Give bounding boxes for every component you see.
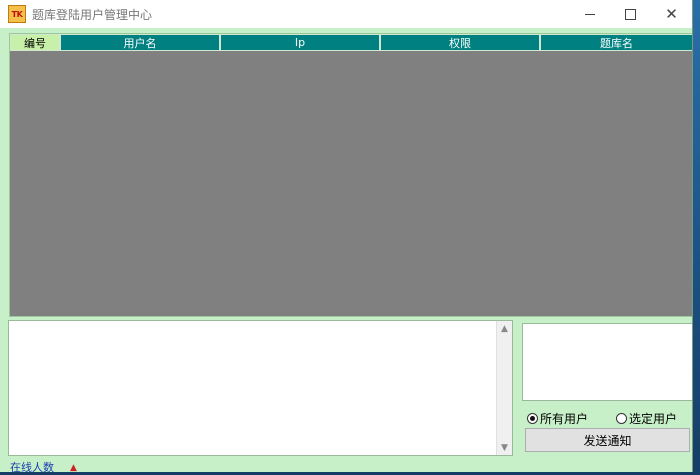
grid-header: 编号 用户名 Ip 权限 题库名 — [10, 34, 692, 51]
app-icon: TK — [8, 5, 26, 23]
radio-checked-icon — [527, 412, 538, 424]
column-header-id[interactable]: 编号 — [10, 34, 60, 51]
maximize-button[interactable] — [610, 0, 651, 28]
window-title: 题库登陆用户管理中心 — [32, 7, 153, 22]
minimize-icon — [584, 13, 595, 15]
send-notification-button[interactable]: 发送通知 — [525, 428, 690, 452]
message-log-scrollbar[interactable]: ▲ ▼ — [496, 321, 512, 455]
scroll-down-arrow-icon[interactable]: ▼ — [497, 440, 512, 455]
column-header-bank-name[interactable]: 题库名 — [540, 34, 692, 51]
user-grid[interactable]: 编号 用户名 Ip 权限 题库名 — [9, 33, 692, 317]
radio-all-users-label: 所有用户 — [540, 411, 589, 426]
radio-selected-users[interactable]: 选定用户 — [616, 410, 677, 427]
radio-selected-users-label: 选定用户 — [629, 411, 678, 426]
close-icon: ✕ — [665, 5, 678, 23]
message-log[interactable]: ▲ ▼ — [8, 320, 513, 456]
scroll-up-arrow-icon[interactable]: ▲ — [497, 321, 512, 336]
main-window: TK 题库登陆用户管理中心 ✕ 编号 用户名 Ip 权限 题库名 ▲ ▼ 所有用… — [0, 0, 693, 472]
column-header-username[interactable]: 用户名 — [60, 34, 220, 51]
target-radio-group: 所有用户 选定用户 — [527, 410, 692, 427]
status-marker-icon: ▲ — [70, 463, 77, 472]
radio-all-users[interactable]: 所有用户 — [527, 410, 588, 427]
radio-unchecked-icon — [616, 412, 628, 424]
close-button[interactable]: ✕ — [651, 0, 692, 28]
maximize-icon — [625, 8, 636, 20]
title-bar[interactable]: TK 题库登陆用户管理中心 ✕ — [0, 0, 692, 28]
minimize-button[interactable] — [569, 0, 610, 28]
column-header-permission[interactable]: 权限 — [380, 34, 540, 51]
column-header-ip[interactable]: Ip — [220, 34, 380, 51]
notification-input[interactable] — [522, 323, 692, 401]
online-count-label: 在线人数 — [10, 461, 54, 472]
